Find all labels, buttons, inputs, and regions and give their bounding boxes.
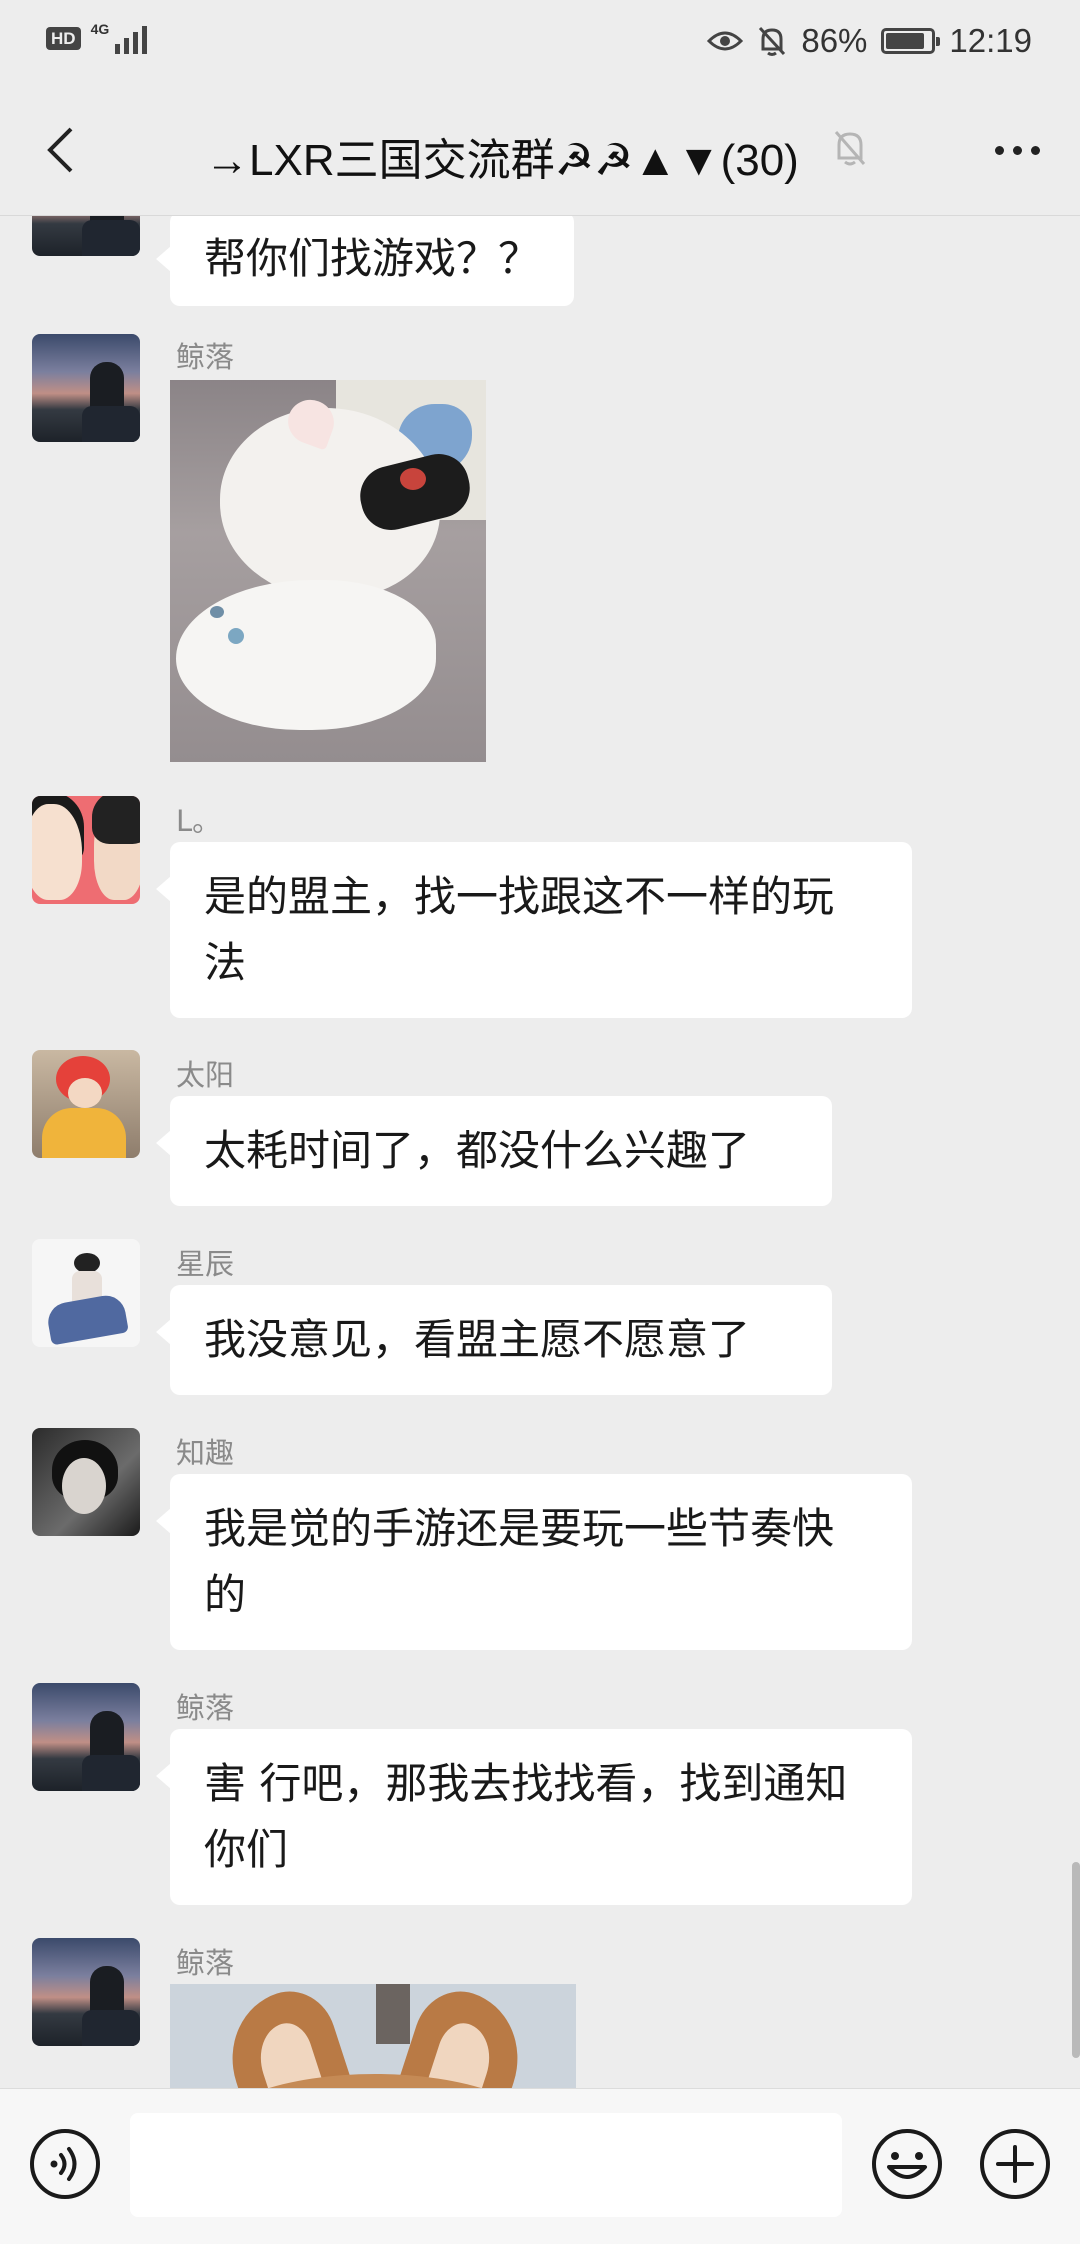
avatar[interactable] bbox=[32, 796, 140, 904]
avatar[interactable] bbox=[32, 1938, 140, 2046]
message-text-line: 我是觉的手游还是要玩一些节奏快 bbox=[204, 1504, 835, 1553]
scrollbar[interactable] bbox=[1072, 1862, 1080, 2058]
sender-name: 鲸落 bbox=[176, 1946, 235, 1980]
avatar[interactable] bbox=[32, 1428, 140, 1536]
back-button[interactable] bbox=[30, 118, 90, 182]
network-type: 4G bbox=[90, 21, 110, 37]
battery-icon bbox=[881, 28, 941, 54]
message-text: 帮你们找游戏？？ bbox=[204, 234, 541, 283]
status-bar: HD 4G 86% 12:19 bbox=[0, 0, 1080, 84]
more-actions-button[interactable] bbox=[978, 2127, 1052, 2201]
avatar[interactable] bbox=[32, 1239, 140, 1347]
group-title: →LXR三国交流群☭☭▲▼(30) bbox=[205, 136, 799, 185]
message-text-line: 的 bbox=[204, 1570, 247, 1619]
avatar[interactable] bbox=[32, 1683, 140, 1791]
bell-muted-icon bbox=[834, 131, 866, 166]
message-bubble[interactable]: 我是觉的手游还是要玩一些节奏快 的 bbox=[156, 1474, 912, 1650]
sender-name: 鲸落 bbox=[176, 1691, 235, 1725]
voice-button[interactable] bbox=[28, 2127, 102, 2201]
hd-badge: HD bbox=[46, 26, 81, 50]
eye-icon bbox=[707, 31, 744, 51]
message-bubble[interactable]: 帮你们找游戏？？ bbox=[155, 216, 575, 306]
more-dots-icon bbox=[994, 145, 1004, 155]
avatar[interactable] bbox=[32, 334, 140, 442]
clock: 12:19 bbox=[949, 22, 1032, 59]
voice-icon bbox=[30, 2129, 100, 2199]
sender-name: 鲸落 bbox=[176, 340, 235, 374]
avatar[interactable] bbox=[32, 1050, 140, 1158]
avatar[interactable] bbox=[32, 216, 140, 256]
message-text-line: 害 行吧，那我去找找看，找到通知 bbox=[204, 1759, 848, 1808]
sender-name: 太阳 bbox=[176, 1058, 235, 1092]
input-bar bbox=[0, 2088, 1080, 2244]
message-input[interactable] bbox=[130, 2113, 842, 2217]
image-message[interactable] bbox=[170, 1984, 576, 2088]
image-message[interactable] bbox=[170, 380, 486, 762]
message-text: 我没意见，看盟主愿不愿意了 bbox=[204, 1315, 751, 1364]
more-button[interactable] bbox=[982, 122, 1052, 178]
emoji-icon bbox=[872, 2129, 942, 2199]
chevron-left-icon bbox=[47, 127, 73, 173]
message-bubble[interactable]: 太耗时间了，都没什么兴趣了 bbox=[156, 1096, 832, 1206]
sender-name: 知趣 bbox=[176, 1436, 235, 1470]
message-text-line: 法 bbox=[204, 938, 247, 987]
sender-name: L。 bbox=[176, 804, 222, 838]
emoji-button[interactable] bbox=[870, 2127, 944, 2201]
message-bubble[interactable]: 害 行吧，那我去找找看，找到通知 你们 bbox=[156, 1729, 912, 1905]
message-text-line: 你们 bbox=[204, 1825, 289, 1874]
message-bubble[interactable]: 我没意见，看盟主愿不愿意了 bbox=[156, 1285, 832, 1395]
battery-percent: 86% bbox=[801, 22, 868, 59]
message-bubble[interactable]: 是的盟主，找一找跟这不一样的玩 法 bbox=[156, 842, 912, 1018]
bell-off-icon bbox=[759, 26, 786, 56]
message-text: 太耗时间了，都没什么兴趣了 bbox=[204, 1126, 751, 1175]
sender-name: 星辰 bbox=[176, 1247, 235, 1281]
signal-icon: 4G bbox=[91, 22, 148, 54]
message-text-line: 是的盟主，找一找跟这不一样的玩 bbox=[204, 872, 835, 921]
chat-header: →LXR三国交流群☭☭▲▼(30) bbox=[0, 84, 1080, 216]
plus-icon bbox=[980, 2129, 1050, 2199]
message-list[interactable]: 帮你们找游戏？？ 鲸落 L。 是的盟主，找一找跟这不一样的玩 法 太阳 太耗时间… bbox=[0, 216, 1080, 2088]
